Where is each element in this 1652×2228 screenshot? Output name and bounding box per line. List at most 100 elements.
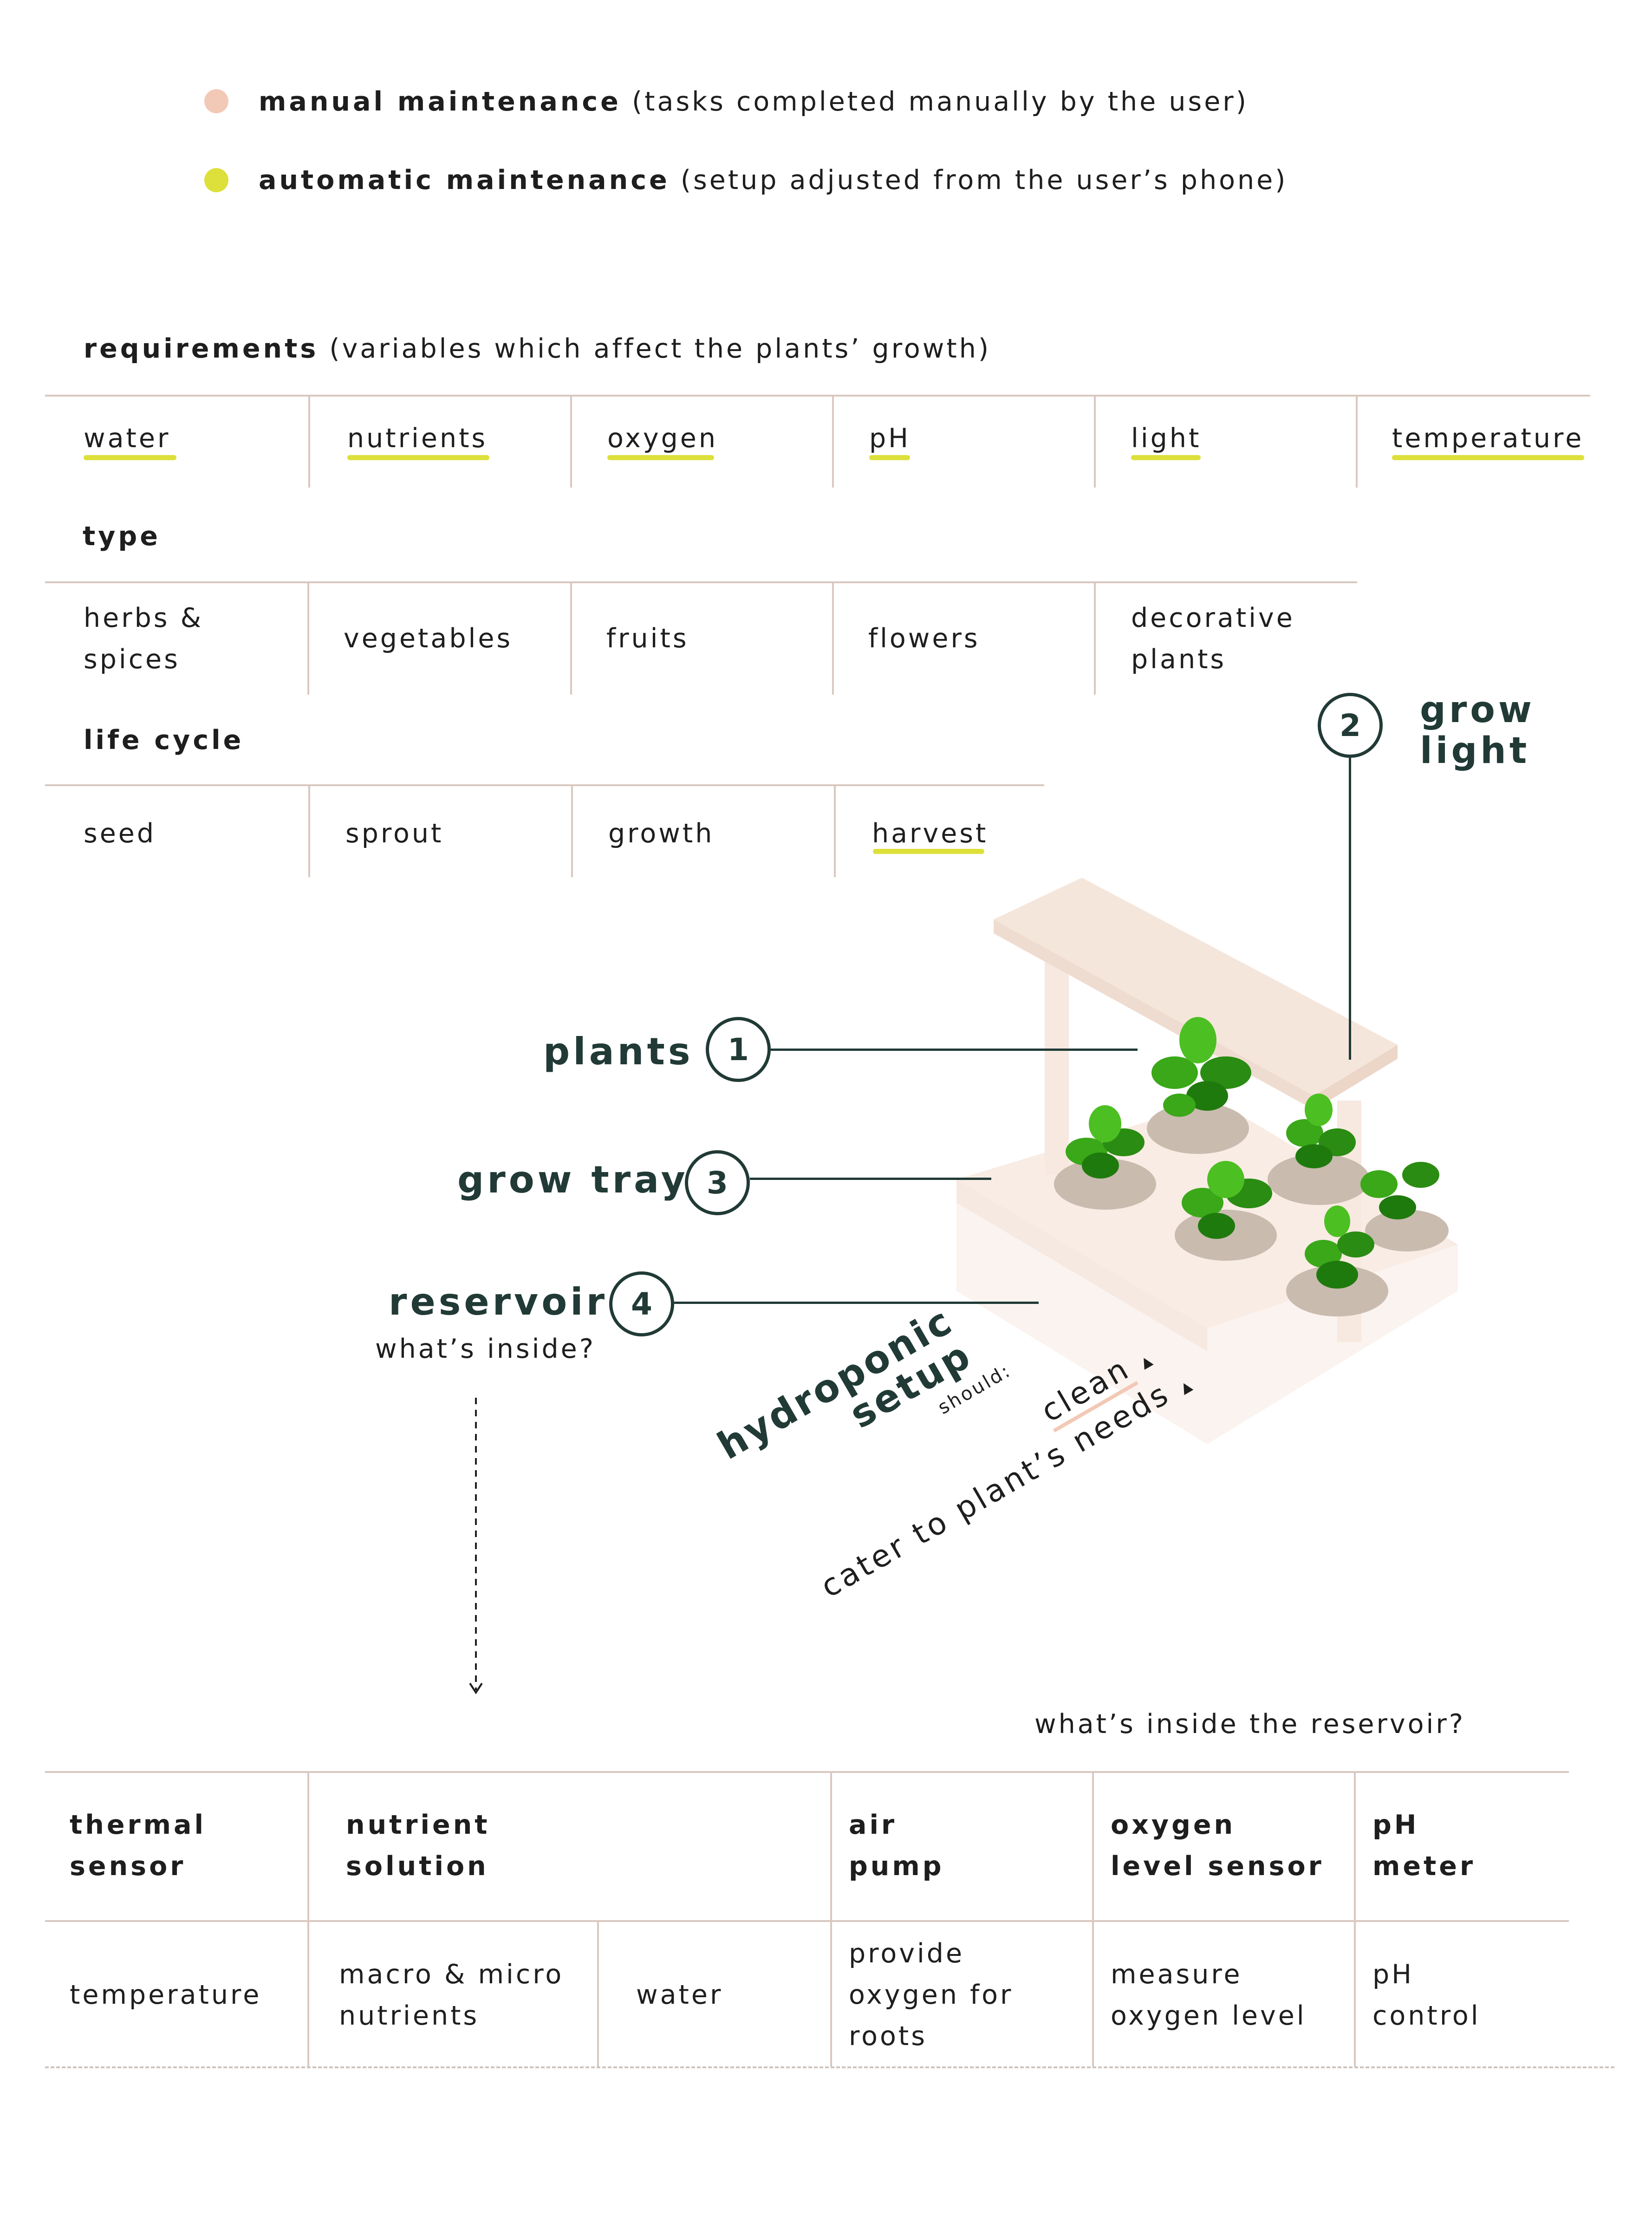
callout-number-3: 3	[685, 1150, 750, 1215]
req-temperature: temperature	[1392, 423, 1584, 454]
type-col-divider	[1094, 581, 1096, 695]
cell-macro-micro-1: macro & micro	[339, 1959, 564, 1990]
manual-maintenance-desc: (tasks completed manually by the user)	[631, 86, 1249, 117]
type-vegetables: vegetables	[344, 623, 513, 654]
requirements-divider	[45, 395, 1590, 397]
cell-temperature: temperature	[70, 1980, 262, 2010]
cell-water: water	[636, 1980, 723, 2010]
req-light-underline	[1131, 455, 1201, 460]
header-ph-meter-2: meter	[1372, 1851, 1476, 1882]
req-col-divider	[1356, 395, 1358, 488]
cell-measure-oxygen-1: measure	[1111, 1959, 1242, 1990]
life-col-divider	[571, 784, 573, 877]
header-air-pump-2: pump	[849, 1851, 944, 1882]
req-nutrients: nutrients	[347, 423, 488, 454]
cell-ph-control-2: control	[1372, 2000, 1481, 2031]
life-col-divider	[308, 784, 310, 877]
cell-provide-oxygen-1: provide	[849, 1938, 965, 1969]
res-col-divider	[307, 1771, 309, 2066]
reservoir-table-bottom-border	[45, 2066, 1614, 2068]
life-cycle-divider	[45, 784, 1044, 786]
manual-maintenance-legend: manual maintenance (tasks completed manu…	[259, 86, 1249, 117]
manual-maintenance-dot	[204, 89, 228, 113]
type-flowers: flowers	[868, 623, 980, 654]
type-col-divider	[307, 581, 309, 695]
reservoir-table-caption: what’s inside the reservoir?	[1034, 1709, 1466, 1739]
life-col-divider	[834, 784, 836, 877]
requirements-heading: requirements	[84, 333, 319, 364]
reservoir-table-mid-border	[45, 1920, 1569, 1922]
req-col-divider	[1094, 395, 1096, 488]
res-col-divider	[1354, 1771, 1356, 2066]
grow-tray-label: grow tray	[457, 1158, 689, 1201]
header-oxygen-sensor-2: level sensor	[1111, 1851, 1324, 1882]
type-heading: type	[83, 521, 161, 552]
reservoir-label: reservoir	[389, 1280, 608, 1323]
type-decorative-line2: plants	[1131, 644, 1227, 675]
req-col-divider	[570, 395, 572, 488]
reservoir-subtitle: what’s inside?	[375, 1334, 596, 1364]
header-thermal-sensor-1: thermal	[70, 1810, 206, 1840]
grow-light-leader-line	[1349, 758, 1351, 1060]
res-col-divider	[597, 1920, 599, 2066]
res-col-divider	[1092, 1771, 1094, 2066]
light-post-left	[1045, 957, 1069, 1175]
life-growth: growth	[608, 818, 715, 849]
type-divider	[45, 581, 1357, 583]
automatic-maintenance-legend: automatic maintenance (setup adjusted fr…	[259, 165, 1288, 195]
header-nutrient-solution-1: nutrient	[346, 1810, 490, 1840]
triangle-up-icon: ▲	[1137, 1350, 1158, 1372]
req-col-divider	[832, 395, 834, 488]
life-harvest: harvest	[872, 818, 989, 849]
requirements-title: requirements (variables which affect the…	[84, 333, 991, 364]
dashed-down-arrow	[469, 1398, 483, 1694]
header-ph-meter-1: pH	[1372, 1810, 1419, 1840]
reservoir-table-top-border	[45, 1771, 1569, 1773]
automatic-maintenance-dot	[204, 168, 228, 192]
req-ph: pH	[869, 423, 911, 454]
header-air-pump-1: air	[849, 1810, 898, 1840]
life-seed: seed	[84, 818, 156, 849]
type-fruits: fruits	[606, 623, 689, 654]
type-title: type	[83, 521, 161, 552]
req-ph-underline	[869, 455, 910, 460]
callout-number-2: 2	[1318, 693, 1383, 758]
req-light: light	[1131, 423, 1202, 454]
req-water: water	[84, 423, 171, 454]
cell-provide-oxygen-3: roots	[849, 2021, 927, 2052]
type-col-divider	[832, 581, 834, 695]
life-cycle-heading: life cycle	[84, 725, 244, 756]
automatic-maintenance-title: automatic maintenance	[259, 165, 670, 195]
req-temperature-underline	[1392, 455, 1584, 460]
req-oxygen-underline	[607, 455, 714, 460]
type-herbs-line2: spices	[84, 644, 180, 675]
cell-macro-micro-2: nutrients	[339, 2000, 480, 2031]
type-herbs-line1: herbs &	[84, 603, 204, 633]
life-harvest-underline	[873, 849, 984, 854]
plants-label: plants	[543, 1030, 694, 1073]
callout-number-1: 1	[706, 1017, 771, 1082]
cell-provide-oxygen-2: oxygen for	[849, 1980, 1014, 2010]
manual-maintenance-title: manual maintenance	[259, 86, 621, 117]
automatic-maintenance-desc: (setup adjusted from the user’s phone)	[680, 165, 1288, 195]
req-water-underline	[84, 455, 176, 460]
req-col-divider	[308, 395, 310, 488]
callout-number-4: 4	[609, 1271, 674, 1336]
header-nutrient-solution-2: solution	[346, 1851, 489, 1882]
cell-measure-oxygen-2: oxygen level	[1111, 2000, 1307, 2031]
triangle-up-icon: ▲	[1177, 1376, 1197, 1397]
header-oxygen-sensor-1: oxygen	[1111, 1810, 1236, 1840]
grow-tray-leader-line	[750, 1178, 991, 1180]
cell-ph-control-1: pH	[1372, 1959, 1414, 1990]
requirements-desc: (variables which affect the plants’ grow…	[329, 333, 991, 364]
res-col-divider	[830, 1771, 832, 2066]
grow-light-label-line2: light	[1420, 730, 1530, 772]
type-col-divider	[570, 581, 572, 695]
req-oxygen: oxygen	[607, 423, 718, 454]
plants-leader-line	[771, 1049, 1138, 1051]
life-cycle-title: life cycle	[84, 725, 244, 756]
req-nutrients-underline	[347, 455, 489, 460]
header-thermal-sensor-2: sensor	[70, 1851, 186, 1882]
type-decorative-line1: decorative	[1131, 603, 1295, 633]
life-sprout: sprout	[345, 818, 444, 849]
